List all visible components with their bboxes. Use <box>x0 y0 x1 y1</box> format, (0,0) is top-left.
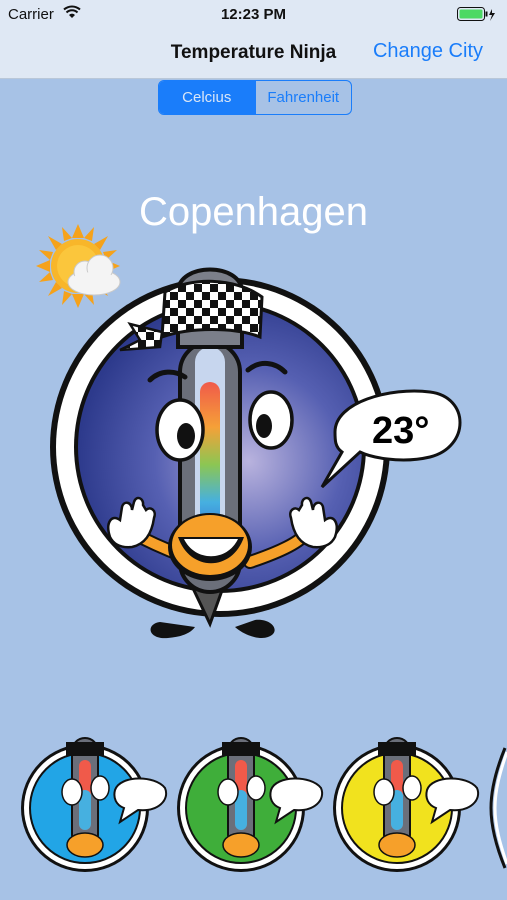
ninja-thumbnail-blue[interactable] <box>20 720 172 880</box>
change-city-button[interactable]: Change City <box>373 40 483 63</box>
status-time: 12:23 PM <box>220 6 287 23</box>
battery-icon <box>457 7 495 21</box>
status-bar: Carrier 12:23 PM <box>0 0 507 30</box>
ninja-thumbnail-yellow[interactable] <box>332 720 484 880</box>
celcius-segment[interactable]: Celcius <box>159 81 255 114</box>
temperature-readout: 23° <box>372 410 430 452</box>
ninja-theme-carousel[interactable] <box>0 720 507 880</box>
unit-segmented-control: Celcius Fahrenheit <box>158 80 352 115</box>
fahrenheit-segment[interactable]: Fahrenheit <box>254 81 352 114</box>
ninja-thumbnail-green[interactable] <box>176 720 328 880</box>
navigation-bar: Temperature Ninja Change City <box>0 30 507 79</box>
ninja-thumbnail-partial[interactable] <box>488 720 507 880</box>
